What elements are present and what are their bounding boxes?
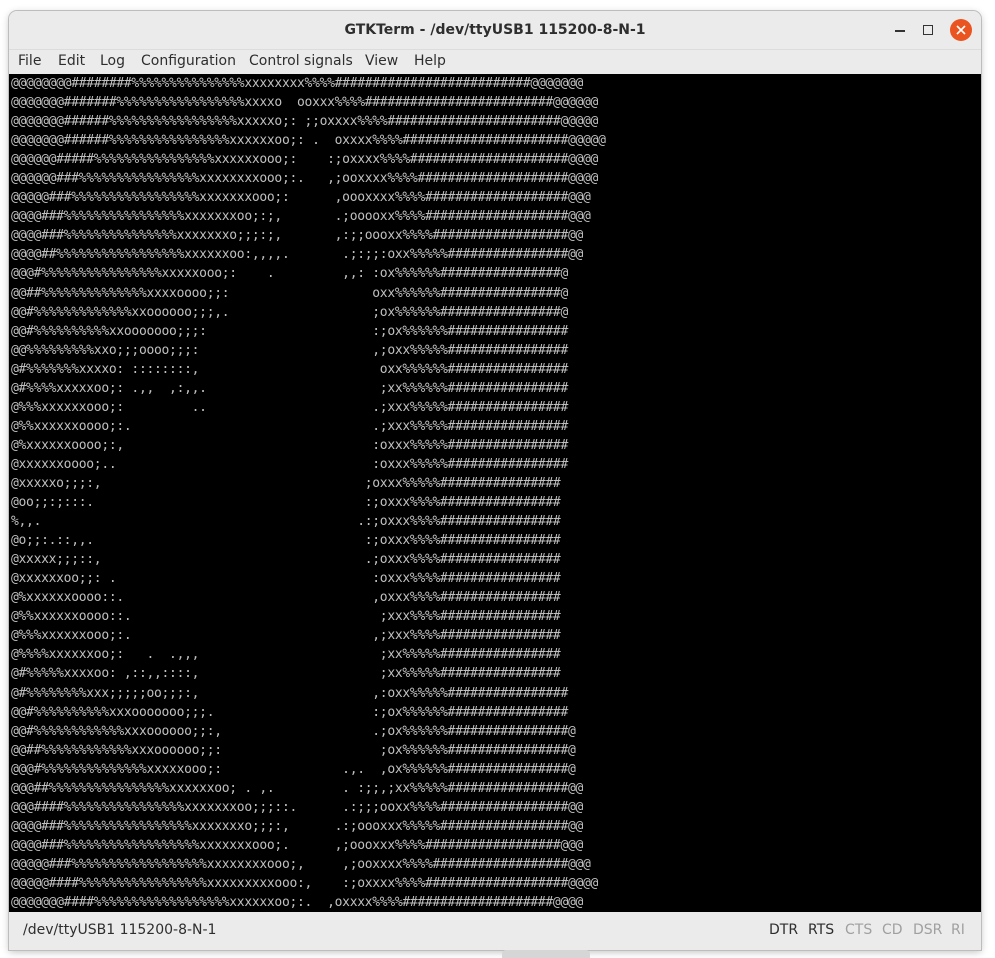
terminal-area[interactable]: @@@@@@@@########%%%%%%%%%%%%%%%xxxxxxxx%… bbox=[9, 74, 981, 912]
terminal-output: @@@@@@@@########%%%%%%%%%%%%%%%xxxxxxxx%… bbox=[11, 76, 606, 911]
title-bar[interactable]: GTKTerm - /dev/ttyUSB1 115200-8-N-1 bbox=[9, 11, 981, 50]
signal-dsr: DSR bbox=[913, 922, 943, 938]
port-settings-label: /dev/ttyUSB1 115200-8-N-1 bbox=[23, 922, 217, 938]
signal-cd: CD bbox=[882, 922, 903, 938]
close-button[interactable] bbox=[950, 19, 972, 41]
menu-bar: File Edit Log Configuration Control sign… bbox=[9, 50, 981, 74]
menu-help[interactable]: Help bbox=[414, 53, 446, 69]
signal-ri: RI bbox=[951, 922, 965, 938]
signal-dtr: DTR bbox=[769, 922, 799, 938]
maximize-icon bbox=[923, 25, 933, 35]
maximize-button[interactable] bbox=[917, 19, 939, 41]
close-icon bbox=[956, 25, 966, 35]
window-title: GTKTerm - /dev/ttyUSB1 115200-8-N-1 bbox=[344, 22, 646, 38]
menu-control-signals[interactable]: Control signals bbox=[249, 53, 353, 69]
status-bar: /dev/ttyUSB1 115200-8-N-1 DTR RTS CTS CD… bbox=[9, 912, 981, 950]
background-window-edge bbox=[502, 950, 590, 958]
minimize-icon bbox=[895, 30, 905, 32]
gtkterm-window: GTKTerm - /dev/ttyUSB1 115200-8-N-1 File… bbox=[9, 11, 981, 950]
signal-cts: CTS bbox=[845, 922, 873, 938]
signal-rts: RTS bbox=[808, 922, 835, 938]
menu-view[interactable]: View bbox=[365, 53, 398, 69]
menu-edit[interactable]: Edit bbox=[58, 53, 85, 69]
menu-file[interactable]: File bbox=[18, 53, 41, 69]
minimize-button[interactable] bbox=[889, 19, 911, 41]
menu-configuration[interactable]: Configuration bbox=[141, 53, 236, 69]
menu-log[interactable]: Log bbox=[100, 53, 125, 69]
